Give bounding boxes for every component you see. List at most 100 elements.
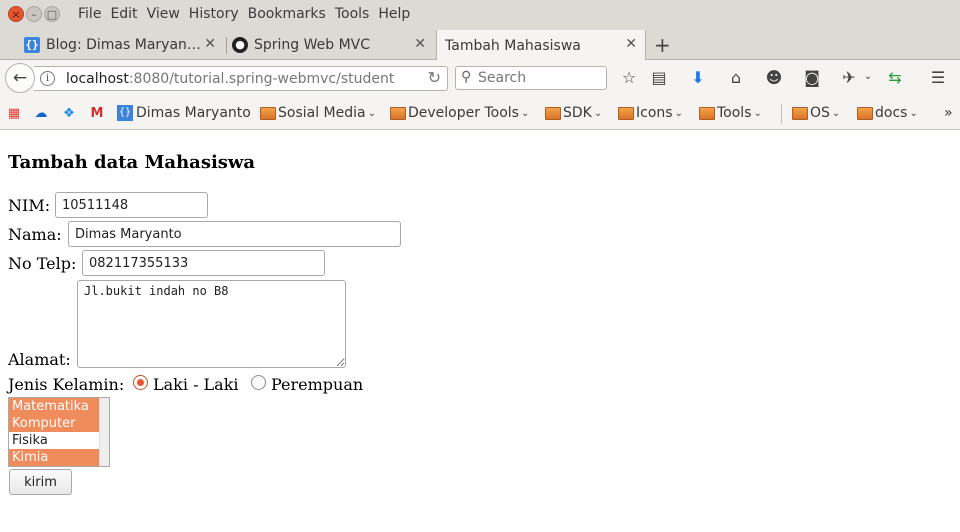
braces-icon: {}: [117, 105, 133, 121]
reading-list-icon[interactable]: ▤: [648, 68, 670, 87]
chevron-down-icon: ⌄: [367, 107, 376, 119]
bookmarks-bar: ▦ ☁ ❖ M {} Dimas Maryanto Sosial Media ⌄…: [0, 98, 960, 130]
menu-tools[interactable]: Tools: [335, 6, 370, 22]
pocket-icon[interactable]: ◙: [801, 68, 823, 87]
bookmark-label: Tools: [717, 105, 752, 121]
page-title: Tambah data Mahasiswa: [8, 152, 256, 173]
dropbox-icon[interactable]: ❖: [61, 106, 77, 122]
chevron-down-icon: ⌄: [593, 107, 603, 119]
listbox-scrollbar[interactable]: [99, 398, 109, 466]
url-text[interactable]: localhost:8080/tutorial.spring-webmvc/st…: [66, 71, 416, 87]
chevron-down-icon: ⌄: [909, 107, 918, 119]
menu-help[interactable]: Help: [378, 6, 410, 22]
reload-icon[interactable]: ↻: [428, 68, 441, 87]
list-option-matematika[interactable]: Matematika: [9, 398, 99, 415]
list-option-fisika[interactable]: Fisika: [9, 432, 99, 449]
url-bar[interactable]: i localhost:8080/tutorial.spring-webmvc/…: [34, 66, 448, 91]
bookmark-folder-docs[interactable]: docs ⌄: [857, 105, 918, 121]
home-icon[interactable]: ⌂: [725, 68, 747, 87]
apps-grid-icon[interactable]: ▦: [6, 106, 22, 122]
subject-listbox[interactable]: Matematika Komputer Fisika Kimia: [8, 397, 110, 467]
menu-file[interactable]: File: [78, 6, 101, 22]
tab-tambah-mahasiswa[interactable]: Tambah Mahasiswa ✕: [436, 30, 646, 61]
gender-radio-perempuan[interactable]: [251, 375, 266, 390]
nim-field[interactable]: [55, 192, 208, 218]
bookmark-label: Dimas Maryanto: [136, 105, 251, 121]
nama-label: Nama:: [8, 225, 62, 244]
gender-radio-laki[interactable]: [133, 375, 148, 390]
folder-icon: [390, 106, 406, 120]
bookmark-label: Sosial Media: [278, 105, 366, 121]
onedrive-icon[interactable]: ☁: [33, 106, 49, 122]
hamburger-menu-icon[interactable]: ☰: [927, 68, 949, 87]
info-icon[interactable]: i: [40, 71, 55, 86]
window-close-icon[interactable]: ×: [8, 6, 24, 22]
bookmark-folder-icons[interactable]: Icons ⌄: [618, 105, 683, 121]
new-tab-icon[interactable]: +: [654, 33, 671, 57]
url-path: :8080/tutorial.spring-webmvc/student: [128, 71, 395, 87]
chevron-down-icon[interactable]: ⌄: [857, 71, 879, 82]
bookmark-label: SDK: [563, 105, 592, 121]
tab-blog[interactable]: {} Blog: Dimas Maryan… ✕: [24, 30, 224, 60]
bookmark-folder-tools[interactable]: Tools ⌄: [699, 105, 762, 121]
menu-history[interactable]: History: [189, 6, 239, 22]
bookmarks-overflow-icon[interactable]: »: [944, 105, 953, 121]
nim-label: NIM:: [8, 196, 51, 215]
search-icon: ⚲: [461, 69, 472, 85]
window-titlebar: × – □ File Edit View History Bookmarks T…: [0, 0, 960, 30]
sync-icon[interactable]: ⇆: [884, 68, 906, 87]
page-content: Tambah data Mahasiswa NIM: Nama: No Telp…: [0, 131, 960, 532]
bookmark-label: docs: [875, 105, 908, 121]
kirim-button[interactable]: kirim: [9, 469, 72, 495]
tab-label: Spring Web MVC: [254, 37, 371, 53]
menu-bookmarks[interactable]: Bookmarks: [248, 6, 326, 22]
downloads-icon[interactable]: ⬇: [687, 68, 709, 87]
bookmark-star-icon[interactable]: ☆: [618, 68, 640, 87]
close-icon[interactable]: ✕: [625, 36, 637, 52]
tab-label: Blog: Dimas Maryan…: [46, 37, 201, 53]
nama-field[interactable]: [68, 221, 401, 247]
github-icon: ●: [232, 37, 248, 53]
emoji-icon[interactable]: ☻: [763, 68, 785, 87]
gender-label: Jenis Kelamin:: [8, 375, 125, 394]
gmail-icon[interactable]: M: [89, 106, 105, 122]
bookmark-folder-os[interactable]: OS ⌄: [792, 105, 840, 121]
window-maximize-icon[interactable]: □: [44, 6, 60, 22]
close-icon[interactable]: ✕: [414, 36, 426, 52]
folder-icon: [618, 106, 634, 120]
window-minimize-icon[interactable]: –: [26, 6, 42, 22]
tab-label: Tambah Mahasiswa: [445, 37, 581, 54]
back-button[interactable]: ←: [5, 63, 35, 93]
gender-option-perempuan: Perempuan: [271, 375, 364, 394]
bookmark-label: Developer Tools: [408, 105, 519, 121]
bookmark-dimas-maryanto[interactable]: {} Dimas Maryanto: [117, 105, 251, 121]
bookmark-folder-sdk[interactable]: SDK ⌄: [545, 105, 602, 121]
menu-view[interactable]: View: [147, 6, 180, 22]
list-option-komputer[interactable]: Komputer: [9, 415, 99, 432]
search-bar[interactable]: ⚲: [455, 66, 607, 90]
gender-option-laki: Laki - Laki: [153, 375, 239, 394]
search-input[interactable]: [478, 69, 602, 87]
menu-bar: File Edit View History Bookmarks Tools H…: [78, 6, 419, 22]
bookmark-folder-developer-tools[interactable]: Developer Tools ⌄: [390, 105, 529, 121]
tab-spring[interactable]: ● Spring Web MVC ✕: [232, 30, 434, 60]
chevron-down-icon: ⌄: [520, 107, 530, 119]
telp-field[interactable]: [82, 250, 325, 276]
folder-icon: [699, 106, 715, 120]
bookmark-label: OS: [810, 105, 830, 121]
list-option-kimia[interactable]: Kimia: [9, 449, 99, 466]
alamat-textarea[interactable]: Jl.bukit indah no B8: [77, 280, 346, 368]
bookmark-label: Icons: [636, 105, 673, 121]
url-host: localhost: [66, 71, 129, 87]
chevron-down-icon: ⌄: [674, 107, 683, 119]
bookmark-folder-sosial-media[interactable]: Sosial Media ⌄: [260, 105, 376, 121]
braces-icon: {}: [24, 37, 40, 53]
close-icon[interactable]: ✕: [204, 36, 216, 52]
menu-edit[interactable]: Edit: [110, 6, 137, 22]
tab-bar: {} Blog: Dimas Maryan… ✕ ● Spring Web MV…: [0, 30, 960, 61]
chevron-down-icon: ⌄: [753, 107, 762, 119]
folder-icon: [260, 106, 276, 120]
chevron-down-icon: ⌄: [831, 107, 841, 119]
bookmarks-separator: [781, 104, 782, 124]
folder-icon: [545, 106, 561, 120]
